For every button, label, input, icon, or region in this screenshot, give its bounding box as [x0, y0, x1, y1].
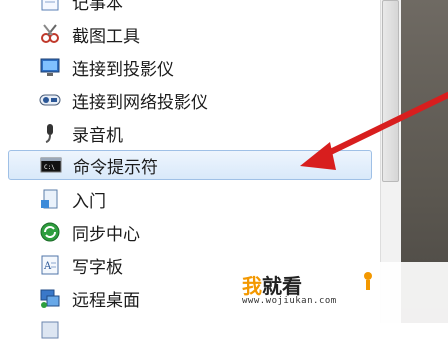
watermark: 我就看 www.wojiukan.com [232, 262, 448, 323]
watermark-logo-icon [364, 272, 372, 290]
watermark-title: 我就看 [242, 274, 302, 298]
watermark-url: www.wojiukan.com [242, 296, 337, 306]
